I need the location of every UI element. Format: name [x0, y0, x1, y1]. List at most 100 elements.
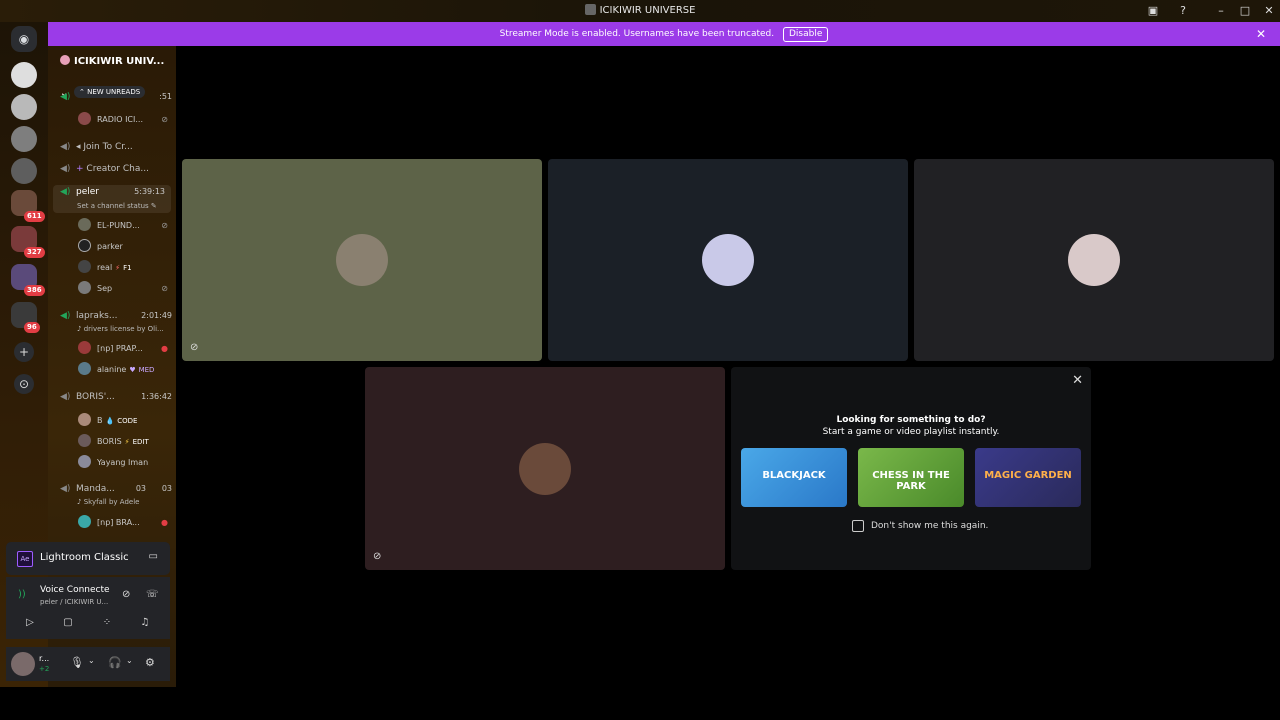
- disable-button[interactable]: Disable: [782, 27, 829, 42]
- video-tile[interactable]: [914, 159, 1274, 361]
- close-icon[interactable]: ✕: [1072, 373, 1083, 388]
- voice-channel-path[interactable]: peler / ICIKIWIR U...: [40, 598, 110, 606]
- voice-user[interactable]: RADIO ICI... ⊘: [78, 112, 168, 127]
- channel-name: Join To Cr...: [83, 142, 133, 152]
- channel-timer: :51: [159, 92, 172, 101]
- voice-user[interactable]: [np] PRAP... ●: [78, 341, 168, 356]
- speaker-icon: ◀): [60, 311, 71, 321]
- server-icon[interactable]: [11, 126, 37, 152]
- voice-user[interactable]: B 💧 CODE: [78, 413, 168, 428]
- music-note-icon: ♪: [77, 498, 82, 506]
- server-icon[interactable]: [11, 158, 37, 184]
- headphones-icon[interactable]: 🎧: [108, 656, 122, 669]
- user-tag: EDIT: [132, 438, 149, 446]
- stream-icon[interactable]: ▭: [149, 551, 158, 562]
- server-icon[interactable]: [11, 62, 37, 88]
- game-title: CHESS IN THE PARK: [872, 470, 950, 492]
- server-logo-icon: [584, 4, 596, 15]
- channel-status-text: drivers license by Oli...: [83, 325, 164, 333]
- minimize-icon[interactable]: –: [1213, 3, 1229, 19]
- user-name: Yayang Iman: [97, 458, 149, 467]
- speaker-icon: ◀): [60, 164, 71, 174]
- game-card-chess[interactable]: CHESS IN THE PARK: [858, 448, 964, 507]
- speaker-icon: ◀): [60, 484, 71, 494]
- channel-boris[interactable]: ◀) BORIS'... 1:36:42: [60, 392, 172, 402]
- chevron-down-icon[interactable]: ⌄: [126, 656, 133, 665]
- guild-header[interactable]: ICIKIWIR UNIV... ⌄: [48, 46, 176, 99]
- voice-status[interactable]: Voice Connected: [40, 585, 110, 595]
- avatar: [78, 515, 91, 528]
- maximize-icon[interactable]: □: [1237, 3, 1253, 19]
- video-tile[interactable]: ⊘: [365, 367, 725, 570]
- activity-card[interactable]: Ae Lightroom Classic ▭: [6, 542, 170, 575]
- game-title: BLACKJACK: [762, 470, 826, 481]
- voice-user[interactable]: Yayang Iman: [78, 455, 168, 470]
- speaker-icon: ◀): [60, 92, 71, 102]
- activities-icon[interactable]: ⁘: [100, 617, 114, 628]
- voice-user[interactable]: real ⚡ F1: [78, 260, 168, 275]
- user-name: [np] PRAP...: [97, 344, 143, 353]
- channel-status-text: Skyfall by Adele: [83, 498, 140, 506]
- voice-user[interactable]: Sep ⊘: [78, 281, 168, 296]
- bolt-icon: ⚡: [124, 438, 130, 446]
- chevron-down-icon[interactable]: ⌄: [88, 656, 95, 665]
- channel-status[interactable]: Set a channel status ✎: [77, 202, 157, 210]
- game-title: MAGIC GARDEN: [984, 470, 1072, 481]
- game-card-blackjack[interactable]: BLACKJACK: [741, 448, 847, 507]
- close-icon[interactable]: ✕: [1261, 3, 1277, 19]
- user-panel: r... +2 🎙 ⌄ 🎧 ⌄ ⚙: [6, 647, 170, 681]
- channel-name: BORIS'...: [76, 392, 115, 402]
- voice-user[interactable]: alanine ♥ MED: [78, 362, 168, 377]
- help-icon[interactable]: ?: [1175, 3, 1191, 19]
- voice-user[interactable]: parker: [78, 239, 168, 254]
- channel-join[interactable]: ◀) ◂ Join To Cr...: [60, 142, 172, 152]
- server-icon[interactable]: [11, 94, 37, 120]
- channel-count: 03: [135, 484, 146, 493]
- muted-icon: ⊘: [190, 342, 199, 353]
- user-name: EL-PUND...: [97, 221, 140, 230]
- channel-name: Manda...: [76, 484, 115, 494]
- live-icon: ●: [161, 518, 168, 527]
- user-status: +2: [39, 665, 50, 673]
- video-tile[interactable]: [548, 159, 908, 361]
- game-card-magic-garden[interactable]: MAGIC GARDEN: [975, 448, 1081, 507]
- user-name: RADIO ICI...: [97, 115, 143, 124]
- avatar: [78, 281, 91, 294]
- banner-close-icon[interactable]: ✕: [1256, 22, 1266, 46]
- user-tag: MED: [138, 366, 155, 374]
- video-tile[interactable]: ⊘: [182, 159, 542, 361]
- discord-home-icon[interactable]: ◉: [11, 26, 37, 52]
- user-name[interactable]: r...: [39, 654, 49, 663]
- channel-lapraks[interactable]: ◀) lapraks... 2:01:49: [60, 311, 172, 321]
- title-bar: ICIKIWIR UNIVERSE ▣ ? – □ ✕: [0, 0, 1280, 22]
- voice-user[interactable]: [np] BRA... ●: [78, 515, 168, 530]
- panel-heading: Looking for something to do?: [836, 415, 986, 425]
- voice-user[interactable]: BORIS ⚡ EDIT: [78, 434, 168, 449]
- soundboard-icon[interactable]: ♫: [138, 617, 152, 628]
- camera-icon[interactable]: ▷: [23, 617, 37, 628]
- dont-show-checkbox[interactable]: [852, 520, 864, 532]
- noise-suppression-icon[interactable]: ⊘: [122, 589, 130, 600]
- new-unreads-label: NEW UNREADS: [87, 88, 141, 96]
- discover-icon[interactable]: ⊙: [14, 374, 34, 394]
- channel-status: ♪ drivers license by Oli...: [77, 325, 164, 333]
- guild-name: ICIKIWIR UNIV...: [74, 56, 165, 67]
- user-name: B: [97, 416, 103, 425]
- avatar[interactable]: [11, 652, 35, 676]
- avatar: [78, 260, 91, 273]
- mic-icon[interactable]: 🎙: [70, 656, 84, 669]
- gear-icon[interactable]: ⚙: [145, 656, 155, 669]
- new-unreads-pill[interactable]: ⌃ NEW UNREADS: [74, 86, 146, 98]
- channel-timer: 1:36:42: [141, 392, 172, 401]
- channel-creator[interactable]: ◀) + Creator Cha...: [60, 164, 172, 174]
- banner-text: Streamer Mode is enabled. Usernames have…: [499, 29, 775, 39]
- add-server-icon[interactable]: +: [14, 342, 34, 362]
- unread-badge: 386: [24, 285, 45, 296]
- disconnect-icon[interactable]: ☏: [146, 589, 159, 600]
- user-name: alanine: [97, 365, 127, 374]
- channel-manda[interactable]: ◀) Manda... 03 03: [60, 484, 172, 494]
- guild-icon: [60, 55, 70, 65]
- inbox-icon[interactable]: ▣: [1145, 3, 1161, 19]
- voice-user[interactable]: EL-PUND... ⊘: [78, 218, 168, 233]
- screen-share-icon[interactable]: ▢: [61, 617, 75, 628]
